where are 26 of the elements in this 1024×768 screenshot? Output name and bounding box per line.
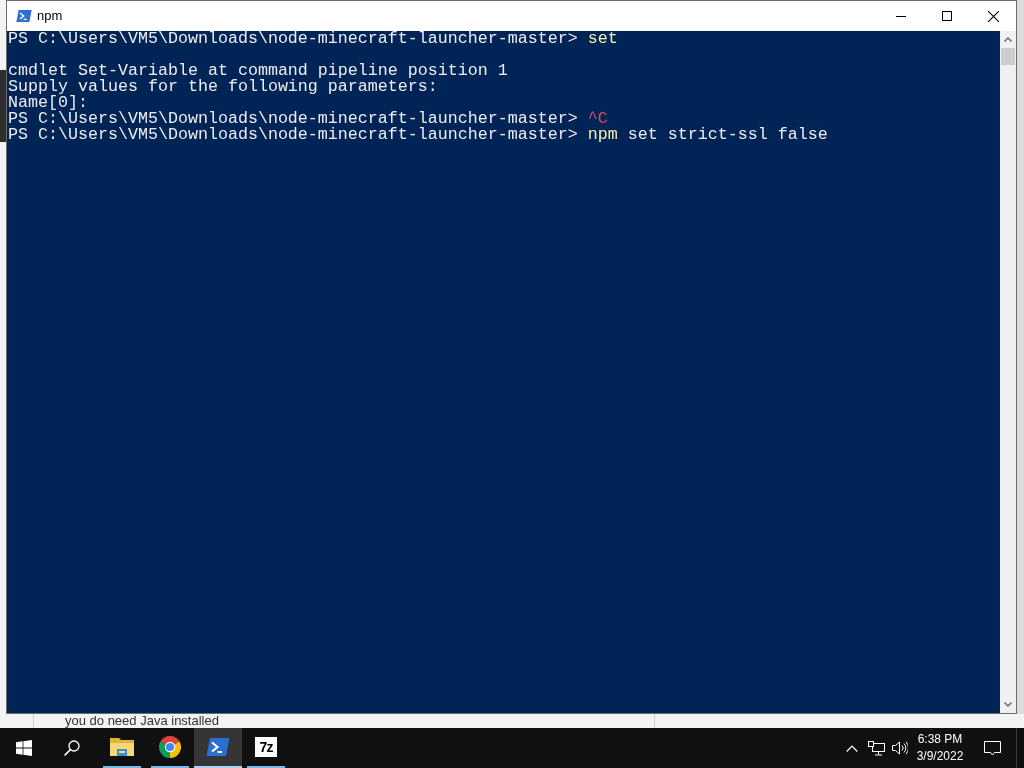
console-line: PS C:\Users\VM5\Downloads\node-minecraft-launcher-master> set bbox=[8, 31, 618, 47]
chevron-up-icon bbox=[846, 744, 858, 752]
terminal-icon bbox=[206, 737, 230, 757]
clock-button[interactable]: 6:38 PM 3/9/2022 bbox=[912, 728, 968, 768]
terminal-icon bbox=[16, 9, 32, 23]
browser-icon bbox=[158, 735, 182, 759]
network-icon bbox=[867, 740, 885, 756]
speech-bubble-icon bbox=[983, 740, 1001, 756]
console-line: Name[0]: bbox=[8, 95, 88, 111]
maximize-icon bbox=[942, 11, 952, 21]
scrollbar-thumb[interactable] bbox=[1001, 48, 1015, 65]
windows-logo-icon bbox=[16, 740, 32, 756]
window-title: npm bbox=[37, 8, 63, 24]
chevron-down-icon bbox=[1004, 702, 1012, 707]
console-line: cmdlet Set-Variable at command pipeline position 1 bbox=[8, 63, 508, 79]
background-text: you do need Java installed bbox=[65, 714, 219, 728]
console-line: PS C:\Users\VM5\Downloads\node-minecraft-launcher-master> ^C bbox=[8, 111, 608, 127]
console-line: Supply values for the following parameters: bbox=[8, 79, 438, 95]
speaker-icon bbox=[892, 741, 908, 755]
close-icon bbox=[987, 10, 999, 22]
minimize-icon bbox=[896, 15, 906, 17]
console-line: PS C:\Users\VM5\Downloads\node-minecraft-launcher-master> npm set strict-ssl false bbox=[8, 127, 828, 143]
chevron-up-icon bbox=[1004, 37, 1012, 42]
taskbar-button[interactable] bbox=[194, 728, 242, 768]
folder-icon bbox=[110, 737, 134, 757]
search-icon bbox=[64, 740, 80, 756]
